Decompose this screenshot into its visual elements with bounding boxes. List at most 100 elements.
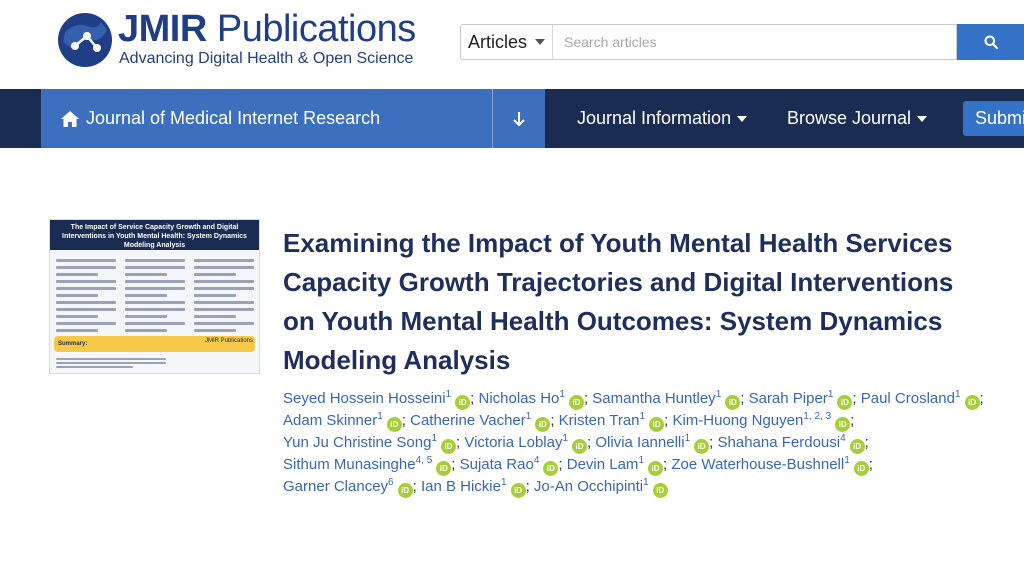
orcid-icon[interactable]: iD bbox=[572, 439, 588, 454]
orcid-icon[interactable]: iD bbox=[455, 395, 471, 410]
author-separator: ; bbox=[583, 390, 589, 407]
author-affiliation: 1 bbox=[643, 477, 649, 488]
orcid-icon[interactable]: iD bbox=[725, 395, 741, 410]
author-link[interactable]: Sujata Rao4iD; bbox=[460, 455, 563, 476]
author-affiliation: 1 bbox=[562, 433, 569, 444]
author-name: Paul Crosland bbox=[860, 390, 955, 407]
author-name: Olivia Iannelli bbox=[595, 434, 685, 451]
jmir-logo-icon[interactable] bbox=[57, 12, 113, 68]
graphical-abstract-summary-label: Summary: bbox=[58, 341, 88, 347]
author-separator: ; bbox=[864, 434, 869, 451]
orcid-icon[interactable]: iD bbox=[837, 395, 853, 410]
author-link[interactable]: Nicholas Ho1iD; bbox=[478, 389, 589, 410]
author-link[interactable]: Shahana Ferdousi4iD; bbox=[718, 433, 869, 454]
author-affiliation: 1 bbox=[844, 455, 850, 466]
submit-button[interactable]: Submit bbox=[963, 101, 1024, 136]
browse-journal-label: Browse Journal bbox=[787, 108, 912, 128]
graphical-abstract-image[interactable]: The Impact of Service Capacity Growth an… bbox=[49, 219, 260, 374]
orcid-icon[interactable]: iD bbox=[652, 483, 668, 498]
author-link[interactable]: Kristen Tran1iD; bbox=[558, 411, 669, 432]
orcid-icon[interactable]: iD bbox=[436, 461, 452, 476]
author-name: Devin Lam bbox=[566, 456, 639, 473]
orcid-icon[interactable]: iD bbox=[964, 395, 980, 410]
author-name: Catherine Vacher bbox=[410, 412, 526, 429]
orcid-icon[interactable]: iD bbox=[568, 395, 584, 410]
author-link[interactable]: Garner Clancey6iD; bbox=[283, 478, 417, 498]
author-name: Sarah Piper bbox=[748, 390, 828, 407]
author-affiliation: 1 bbox=[445, 389, 452, 400]
author-affiliation: 4, 5 bbox=[415, 455, 433, 466]
journal-name: Journal of Medical Internet Research bbox=[86, 108, 381, 128]
author-affiliation: 1 bbox=[827, 389, 834, 400]
orcid-icon[interactable]: iD bbox=[441, 439, 456, 454]
site-header: JMIR Publications Advancing Digital Heal… bbox=[0, 0, 1024, 89]
journal-menu-toggle[interactable] bbox=[493, 89, 545, 148]
orcid-icon[interactable]: iD bbox=[649, 417, 665, 432]
chevron-down-icon bbox=[535, 39, 546, 45]
author-link[interactable]: Victoria Loblay1iD; bbox=[464, 433, 591, 454]
author-separator: ; bbox=[401, 412, 406, 429]
browse-journal-menu[interactable]: Browse Journal bbox=[787, 89, 928, 148]
orcid-icon[interactable]: iD bbox=[535, 417, 551, 432]
author-affiliation: 1, 2, 3 bbox=[803, 411, 832, 422]
author-separator: ; bbox=[979, 390, 984, 407]
author-link[interactable]: Jo-An Occhipinti1iD bbox=[533, 477, 668, 498]
chevron-down-icon bbox=[917, 115, 928, 122]
article-title: Examining the Impact of Youth Mental Hea… bbox=[283, 228, 954, 375]
journal-information-menu[interactable]: Journal Information bbox=[577, 89, 748, 148]
author-name: Nicholas Ho bbox=[478, 390, 560, 407]
author-link[interactable]: Adam Skinner1iD; bbox=[283, 412, 406, 432]
author-link[interactable]: Paul Crosland1iD; bbox=[860, 390, 984, 410]
author-separator: ; bbox=[451, 456, 456, 473]
orcid-icon[interactable]: iD bbox=[397, 483, 413, 498]
orcid-icon[interactable]: iD bbox=[648, 461, 663, 476]
author-affiliation: 1 bbox=[525, 411, 532, 422]
author-separator: ; bbox=[709, 434, 714, 451]
search-input[interactable] bbox=[552, 24, 957, 60]
author-link[interactable]: Seyed Hossein Hosseini1iD; bbox=[283, 389, 475, 410]
author-link[interactable]: Devin Lam1 iD; bbox=[566, 455, 667, 476]
arrow-down-icon bbox=[513, 111, 525, 126]
author-separator: ; bbox=[664, 412, 669, 429]
author-link[interactable]: Ian B Hickie1iD; bbox=[421, 477, 530, 498]
author-name: Kim-Huong Nguyen bbox=[672, 412, 804, 429]
orcid-icon[interactable]: iD bbox=[849, 439, 865, 454]
orcid-icon[interactable]: iD bbox=[853, 461, 869, 476]
author-list: Seyed Hossein Hosseini1iD; Nicholas Ho1i… bbox=[283, 388, 1003, 498]
author-affiliation: 4 bbox=[533, 455, 540, 466]
author-affiliation: 1 bbox=[638, 455, 644, 466]
author-name: Adam Skinner bbox=[283, 412, 378, 429]
author-link[interactable]: Samantha Huntley1iD; bbox=[592, 390, 745, 410]
author-link[interactable]: Sithum Munasinghe4, 5iD; bbox=[283, 455, 456, 476]
author-affiliation: 1 bbox=[639, 411, 646, 422]
search-scope-select[interactable]: Articles bbox=[460, 24, 552, 60]
graphical-abstract-logo: JMIR Publications bbox=[204, 338, 253, 344]
author-link[interactable]: Catherine Vacher1iD; bbox=[410, 411, 554, 432]
author-link[interactable]: Olivia Iannelli1iD; bbox=[595, 434, 714, 454]
graphical-abstract-column bbox=[194, 255, 254, 336]
author-separator: ; bbox=[740, 390, 745, 407]
author-name: Jo-An Occhipinti bbox=[533, 478, 644, 495]
journal-home-link[interactable]: Journal of Medical Internet Research bbox=[41, 89, 492, 148]
orcid-icon[interactable]: iD bbox=[694, 439, 710, 454]
author-name: Samantha Huntley bbox=[592, 390, 716, 407]
author-link[interactable]: Zoe Waterhouse-Bushnell1iD; bbox=[671, 455, 873, 476]
author-name: Seyed Hossein Hosseini bbox=[283, 390, 446, 407]
search-button[interactable] bbox=[957, 24, 1024, 60]
author-link[interactable]: Kim-Huong Nguyen1, 2, 3iD; bbox=[672, 411, 854, 432]
orcid-icon[interactable]: iD bbox=[510, 483, 526, 498]
author-link[interactable]: Yun Ju Christine Song1 iD; bbox=[283, 434, 460, 454]
orcid-icon[interactable]: iD bbox=[386, 417, 402, 432]
author-link[interactable]: Sarah Piper1iD; bbox=[748, 389, 857, 410]
journal-information-label: Journal Information bbox=[577, 108, 732, 128]
orcid-icon[interactable]: iD bbox=[543, 461, 559, 476]
brand-name-rest: Publications bbox=[206, 8, 416, 50]
brand-name[interactable]: JMIR Publications bbox=[118, 6, 416, 52]
author-affiliation: 1 bbox=[559, 389, 565, 400]
author-name: Kristen Tran bbox=[558, 412, 640, 429]
author-affiliation: 1 bbox=[501, 477, 507, 488]
author-separator: ; bbox=[868, 456, 873, 473]
author-separator: ; bbox=[470, 390, 475, 407]
orcid-icon[interactable]: iD bbox=[835, 417, 851, 432]
author-affiliation: 4 bbox=[840, 433, 846, 444]
